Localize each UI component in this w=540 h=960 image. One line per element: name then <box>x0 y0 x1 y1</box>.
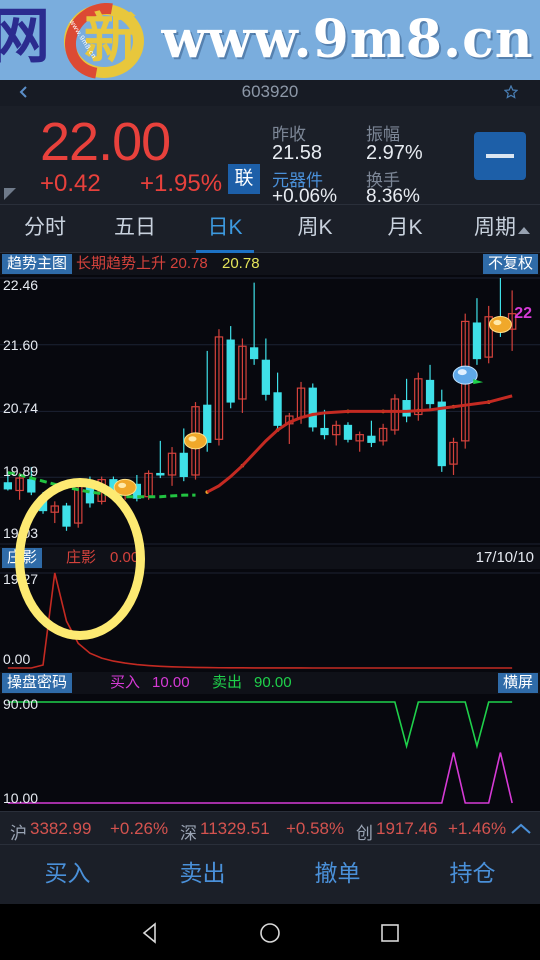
index-2-pct: +1.46% <box>448 819 507 838</box>
caopan-header: 操盘密码 买入 10.00 卖出 90.00 横屏 <box>0 672 540 694</box>
amplitude-value: 2.97% <box>366 142 423 164</box>
stock-code-label: 603920 <box>241 82 299 101</box>
trend-status-text: 长期趋势上升 20.78 <box>76 255 208 272</box>
chart-period-tabs: 分时 五日 日K 周K 月K 周期 <box>0 205 540 253</box>
buy-value: 10.00 <box>152 674 190 691</box>
zhuying-axis-top: 19.27 <box>3 571 39 587</box>
index-1-value: 11329.51 <box>200 819 270 838</box>
sell-button[interactable]: 卖出 <box>135 845 270 904</box>
tab-zhouk[interactable]: 周K <box>272 205 358 253</box>
stock-app-screen: 网 新 www.9m8.cn www.9m8.cn 603920 22.00 +… <box>0 0 540 960</box>
axis-label-q3: 21.60 <box>3 337 39 353</box>
index-2-value: 1917.46 <box>376 819 438 838</box>
market-index-bar[interactable]: 沪 3382.99 +0.26% 深 11329.51 +0.58% 创 191… <box>0 811 540 845</box>
chart-stack[interactable]: 趋势主图 长期趋势上升 20.78 20.78 不复权 22.46 21.60 … <box>0 253 540 811</box>
prev-close-value: 21.58 <box>272 142 323 164</box>
index-0-name: 沪 <box>10 824 27 843</box>
home-circle-icon[interactable] <box>257 920 283 946</box>
watermark-url: www.9m8.cn <box>161 9 534 70</box>
stock-code-bar: 603920 <box>0 80 540 106</box>
landscape-badge[interactable]: 横屏 <box>497 673 538 693</box>
index-1-pct: +0.58% <box>286 819 345 838</box>
watermark-logo-icon: 新 www.9m8.cn <box>50 0 158 80</box>
chevron-up-icon[interactable] <box>510 821 531 837</box>
index-0-value: 3382.99 <box>30 819 92 838</box>
watermark-left-character: 网 <box>0 2 50 72</box>
main-chart-panel[interactable]: 趋势主图 长期趋势上升 20.78 20.78 不复权 22.46 21.60 … <box>0 253 540 547</box>
main-chart-badge[interactable]: 趋势主图 <box>2 254 73 274</box>
axis-label-min: 19.03 <box>3 525 39 541</box>
price-change: +0.42 <box>40 170 101 197</box>
zhuying-header: 庄影 庄影 0.00 17/10/10 <box>0 547 540 569</box>
caopan-panel[interactable]: 操盘密码 买入 10.00 卖出 90.00 横屏 90.00 10.00 <box>0 672 540 811</box>
axis-label-mid: 20.74 <box>3 400 39 416</box>
zhuying-badge[interactable]: 庄影 <box>2 548 43 568</box>
trade-action-bar: 买入 卖出 撤单 持仓 <box>0 845 540 904</box>
zhuying-series-value: 0.00 <box>110 549 140 566</box>
positions-button[interactable]: 持仓 <box>405 845 540 904</box>
trend-value: 20.78 <box>222 255 260 272</box>
back-triangle-icon[interactable] <box>138 920 164 946</box>
buy-button[interactable]: 买入 <box>0 845 135 904</box>
last-price-tag: 22 <box>514 305 532 322</box>
index-2-name: 创 <box>356 824 373 843</box>
zhuying-panel[interactable]: 庄影 庄影 0.00 17/10/10 19.27 0.00 <box>0 547 540 672</box>
quote-header: 22.00 +0.42 +1.95% 联 昨收 21.58 元器件 +0.06%… <box>0 106 540 207</box>
logo-glyph: 新 <box>84 7 138 70</box>
minus-icon <box>486 154 514 158</box>
caopan-axis-top: 90.00 <box>3 696 39 712</box>
sell-label: 卖出 <box>212 674 243 691</box>
recents-square-icon[interactable] <box>377 920 403 946</box>
tab-yuek[interactable]: 月K <box>362 205 448 253</box>
tab-rik[interactable]: 日K <box>182 205 268 253</box>
tab-wuri[interactable]: 五日 <box>92 205 178 253</box>
chevron-up-icon[interactable] <box>518 227 530 234</box>
chart-date-label: 17/10/10 <box>475 549 534 566</box>
zhuying-plot[interactable] <box>0 569 540 672</box>
sell-value: 90.00 <box>254 674 292 691</box>
zhuying-axis-bottom: 0.00 <box>3 651 31 667</box>
caopan-badge[interactable]: 操盘密码 <box>2 673 73 693</box>
axis-label-max: 22.46 <box>3 277 39 293</box>
price-change-percent: +1.95% <box>140 170 223 197</box>
axis-label-q1: 19.89 <box>3 463 39 479</box>
main-chart-header: 趋势主图 长期趋势上升 20.78 20.78 不复权 <box>0 253 540 275</box>
caopan-axis-bottom: 10.00 <box>3 790 39 806</box>
link-badge[interactable]: 联 <box>228 164 260 194</box>
tab-fenshi[interactable]: 分时 <box>2 205 88 253</box>
candlestick-plot[interactable] <box>0 275 540 547</box>
buy-label: 买入 <box>110 674 141 691</box>
index-0-pct: +0.26% <box>110 819 169 838</box>
current-price: 22.00 <box>40 112 171 172</box>
collapse-button[interactable] <box>474 132 526 180</box>
index-1-name: 深 <box>180 824 197 843</box>
android-navigation-bar <box>0 904 540 960</box>
cancel-order-button[interactable]: 撤单 <box>270 845 405 904</box>
caopan-plot[interactable] <box>0 694 540 811</box>
zhuying-series-label: 庄影 <box>66 549 97 566</box>
star-icon[interactable] <box>503 84 519 99</box>
adjust-mode-badge[interactable]: 不复权 <box>482 254 538 274</box>
watermark-banner: 网 新 www.9m8.cn www.9m8.cn <box>0 0 540 80</box>
resize-corner-icon <box>4 188 16 200</box>
